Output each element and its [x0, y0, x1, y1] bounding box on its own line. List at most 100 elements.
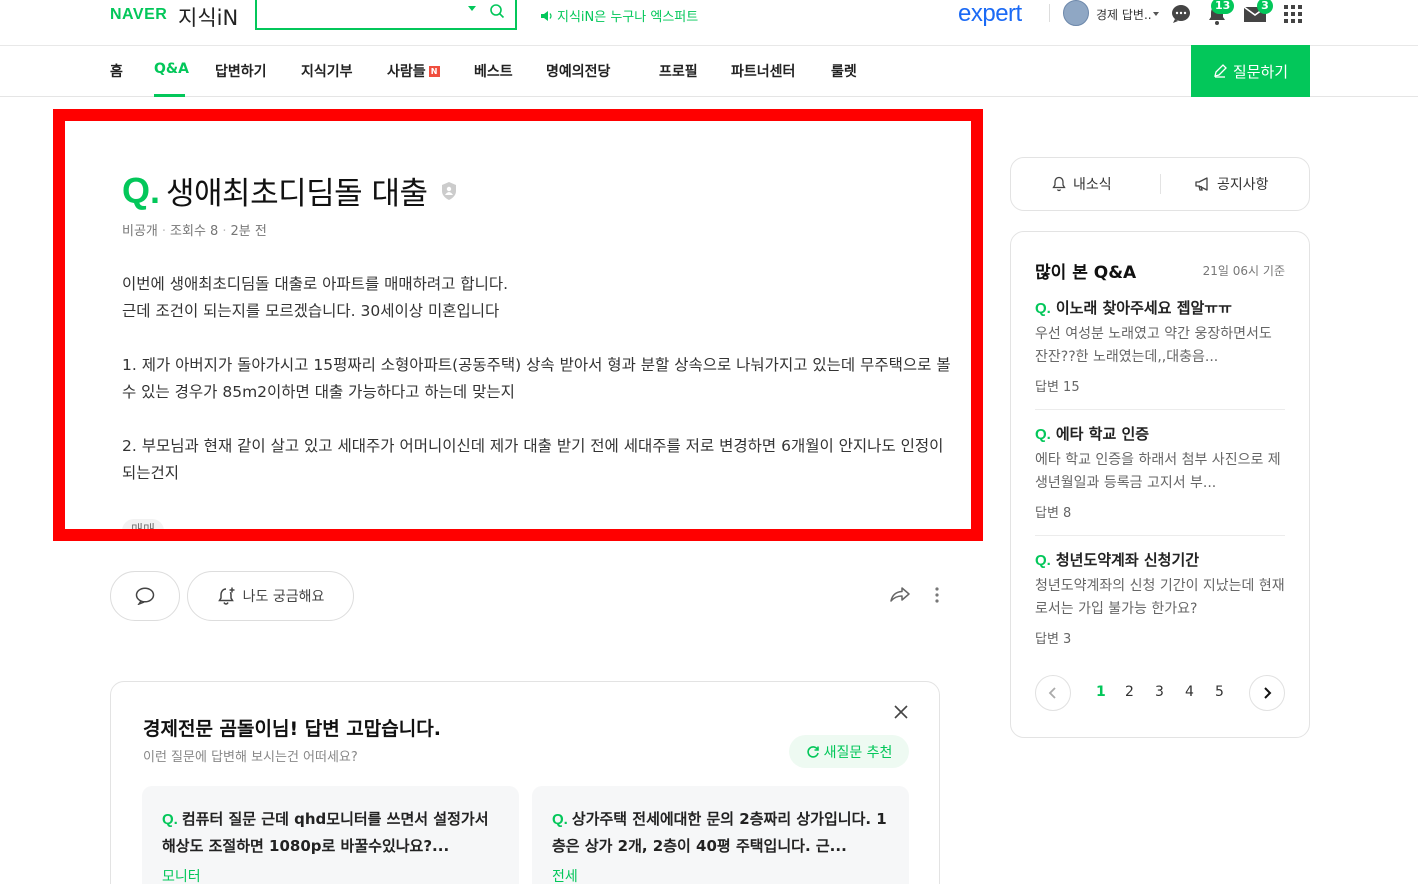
ask-question-button[interactable]: 질문하기: [1191, 45, 1310, 97]
question-title-row: Q. 생애최초디딤돌 대출: [122, 168, 458, 213]
notice-label: 공지사항: [1217, 177, 1269, 193]
nav-answer[interactable]: 답변하기: [215, 61, 267, 81]
divider: [1160, 174, 1161, 194]
notification-button[interactable]: 13: [1206, 0, 1235, 26]
nav-qna[interactable]: Q&A: [154, 61, 189, 77]
nav-best[interactable]: 베스트: [474, 61, 513, 81]
question-mark: Q.: [552, 811, 568, 828]
page-4[interactable]: 4: [1185, 684, 1194, 700]
question-body-line: 근데 조건이 되는지를 모르겠습니다. 30세이상 미혼입니다: [122, 302, 500, 320]
page-2[interactable]: 2: [1125, 684, 1134, 700]
popular-qna-item-desc: 에타 학교 인증을 하래서 첨부 사진으로 제 생년월일과 등록금 고지서 부.…: [1035, 452, 1281, 491]
chevron-down-icon[interactable]: [1153, 12, 1159, 16]
expert-promo-link[interactable]: 지식iN은 누구나 엑스퍼트: [540, 6, 698, 25]
popular-qna-title-text: 에타 학교 인증: [1055, 425, 1150, 443]
nav-donate[interactable]: 지식기부: [301, 61, 353, 81]
chevron-down-icon[interactable]: [468, 6, 476, 11]
page-5[interactable]: 5: [1215, 684, 1224, 700]
nav-people[interactable]: 사람들 N: [387, 61, 440, 81]
comment-icon: [135, 587, 155, 605]
bell-icon: [1052, 176, 1066, 192]
chevron-right-icon: [1264, 687, 1272, 699]
active-tab-indicator: [154, 94, 185, 97]
next-page-button[interactable]: [1249, 675, 1285, 711]
popular-qna-item-title: Q. 이노래 찾아주세요 젭알ㅠㅠ: [1035, 297, 1285, 321]
page-3[interactable]: 3: [1155, 684, 1164, 700]
nav-partner-center[interactable]: 파트너센터: [731, 61, 795, 81]
nav-home[interactable]: 홈: [110, 61, 123, 81]
pencil-icon: [1213, 64, 1227, 78]
question-mark: Q.: [122, 169, 161, 211]
divider: [1035, 535, 1285, 536]
popular-qna-item-title: Q. 에타 학교 인증: [1035, 423, 1285, 447]
view-count: 조회수 8: [170, 224, 219, 239]
search-icon[interactable]: [489, 3, 505, 19]
search-input[interactable]: [255, 0, 517, 30]
recommended-question-card[interactable]: Q. 컴퓨터 질문 근데 qhd모니터를 쓰면서 설정가서 해상도 조절하면 10…: [142, 786, 519, 884]
mail-button[interactable]: 3: [1243, 0, 1273, 24]
nav-profile[interactable]: 프로필: [659, 61, 698, 81]
close-icon[interactable]: [893, 704, 909, 720]
my-news-label: 내소식: [1073, 177, 1112, 193]
talk-icon[interactable]: [1170, 4, 1192, 24]
recommended-question-tag[interactable]: 모니터: [162, 866, 201, 884]
naver-logo[interactable]: NAVER: [110, 6, 167, 24]
mail-count-badge: 3: [1257, 0, 1273, 14]
popular-qna-title: 많이 본 Q&A: [1035, 263, 1137, 283]
share-icon[interactable]: [889, 585, 911, 605]
question-body-line: 이번에 생애최초디딤돌 대출로 아파트를 매매하려고 합니다.: [122, 275, 509, 293]
popular-qna-item[interactable]: Q. 에타 학교 인증 에타 학교 인증을 하래서 첨부 사진으로 제 생년월일과…: [1035, 423, 1285, 521]
recommended-question-title: 상가주택 전세에대한 문의 2층짜리 상가입니다. 1층은 상가 2개, 2층이…: [552, 810, 887, 855]
popular-qna-item-title: Q. 청년도약계좌 신청기간: [1035, 549, 1285, 573]
recommended-question-title: 컴퓨터 질문 근데 qhd모니터를 쓰면서 설정가서 해상도 조절하면 1080…: [162, 810, 489, 855]
news-notice-box: 내소식 공지사항: [1010, 157, 1310, 211]
expert-logo[interactable]: expert: [958, 0, 1022, 28]
new-badge: N: [428, 66, 440, 77]
avatar[interactable]: [1063, 0, 1089, 26]
ask-question-label: 질문하기: [1232, 62, 1289, 81]
curious-too-button[interactable]: 나도 궁금해요: [187, 571, 354, 621]
notice-button[interactable]: 공지사항: [1194, 174, 1269, 194]
popular-qna-item[interactable]: Q. 청년도약계좌 신청기간 청년도약계좌의 신청 기간이 지났는데 현재로서는 …: [1035, 549, 1285, 647]
nav-roulette[interactable]: 룰렛: [831, 61, 857, 81]
question-tag[interactable]: 매매: [122, 519, 164, 529]
post-time: 2분 전: [230, 224, 267, 239]
popular-qna-item-desc: 우선 여성분 노래였고 약간 웅장하면서도 잔잔??한 노래였는데,,대충음..…: [1035, 326, 1272, 365]
popular-qna-item-desc: 청년도약계좌의 신청 기간이 지났는데 현재로서는 가입 불가능 한가요?: [1035, 578, 1285, 617]
recommended-question-text: Q. 상가주택 전세에대한 문의 2층짜리 상가입니다. 1층은 상가 2개, 2…: [552, 806, 897, 860]
bell-plus-icon: [217, 587, 235, 605]
jisikin-logo[interactable]: 지식iN: [178, 2, 238, 32]
megaphone-icon: [1195, 177, 1208, 191]
question-mark: Q.: [1035, 552, 1051, 569]
private-shield-icon: [441, 181, 456, 200]
answer-thanks-subtitle: 이런 질문에 답변해 보시는건 어떠세요?: [143, 750, 358, 765]
question-body-line: 1. 제가 아버지가 돌아가시고 15평짜리 소형아파트(공동주택) 상속 받아…: [122, 356, 951, 401]
popular-qna-answer-count: 답변 15: [1035, 380, 1080, 395]
refresh-icon: [806, 745, 819, 758]
divider: [1035, 409, 1285, 410]
question-mark: Q.: [1035, 426, 1051, 443]
top-header: NAVER 지식iN 지식iN은 누구나 엑스퍼트 expert 경제 답변..…: [0, 0, 1418, 46]
new-question-recommend-button[interactable]: 새질문 추천: [789, 735, 909, 768]
prev-page-button[interactable]: [1035, 675, 1071, 711]
popular-qna-title-text: 청년도약계좌 신청기간: [1055, 551, 1200, 569]
question-mark: Q.: [1035, 300, 1051, 317]
question-mark: Q.: [162, 811, 178, 828]
answer-thanks-title: 경제전문 곰돌이님! 답변 고맙습니다.: [143, 718, 441, 740]
grid-menu-icon[interactable]: [1283, 4, 1303, 24]
divider: [1049, 4, 1050, 22]
my-news-button[interactable]: 내소식: [1051, 174, 1112, 194]
curious-too-label: 나도 궁금해요: [242, 589, 325, 605]
page-1[interactable]: 1: [1096, 684, 1106, 700]
popular-qna-item[interactable]: Q. 이노래 찾아주세요 젭알ㅠㅠ 우선 여성분 노래였고 약간 웅장하면서도 잔…: [1035, 297, 1285, 395]
comment-button[interactable]: [110, 571, 180, 621]
recommended-question-card[interactable]: Q. 상가주택 전세에대한 문의 2층짜리 상가입니다. 1층은 상가 2개, 2…: [532, 786, 909, 884]
popular-qna-timestamp: 21일 06시 기준: [1202, 264, 1285, 278]
nav-hall-of-fame[interactable]: 명예의전당: [546, 61, 610, 81]
nav-people-label: 사람들: [387, 64, 426, 80]
visibility-label: 비공개: [122, 224, 158, 239]
new-question-recommend-label: 새질문 추천: [823, 744, 893, 761]
recommended-question-tag[interactable]: 전세: [552, 866, 578, 884]
user-name[interactable]: 경제 답변..: [1096, 6, 1152, 23]
more-options-icon[interactable]: [935, 587, 939, 603]
